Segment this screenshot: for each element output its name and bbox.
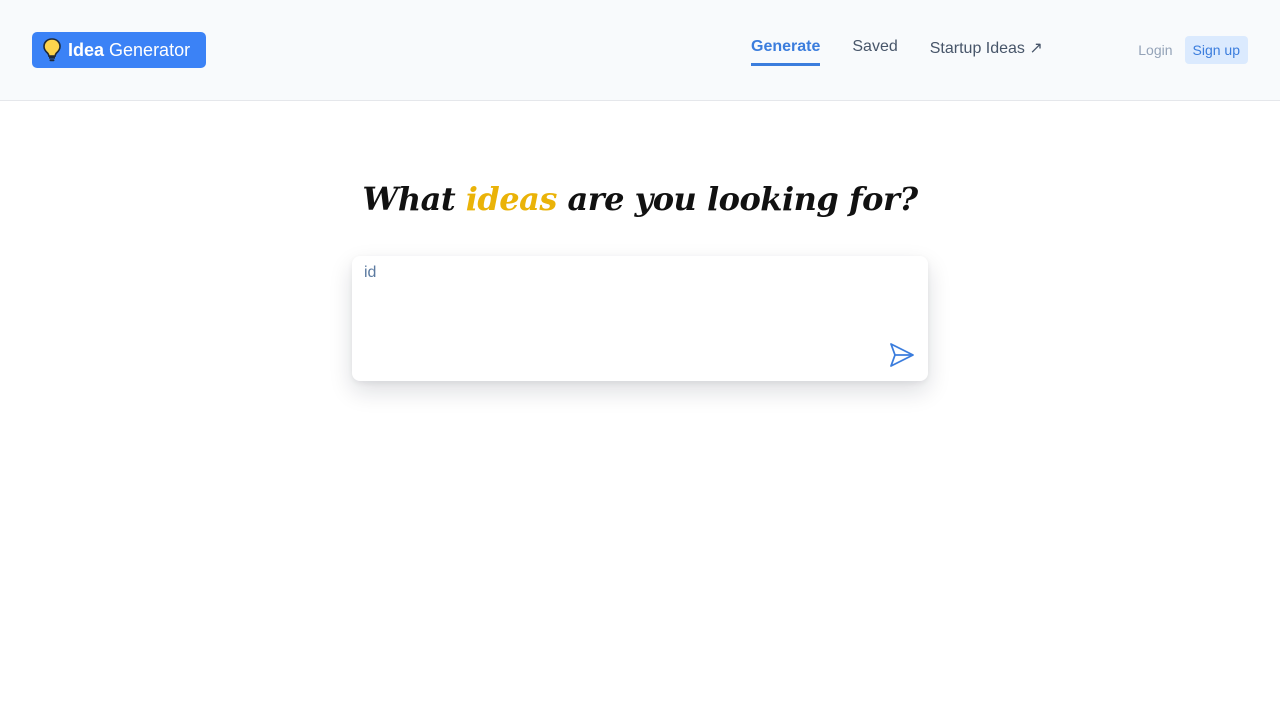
headline-after: are you looking for?: [567, 180, 919, 218]
headline-before: What: [362, 180, 456, 218]
logo-text: Generator: [109, 39, 191, 60]
send-button[interactable]: [888, 341, 916, 369]
nav-saved[interactable]: Saved: [852, 38, 897, 66]
logo-bold-text: Idea: [68, 39, 105, 60]
send-icon: [888, 343, 916, 372]
main-nav: Generate Saved Startup Ideas ↗: [751, 38, 1043, 66]
idea-input[interactable]: [352, 256, 872, 366]
idea-input-card: [352, 256, 928, 381]
top-bar: Idea Generator Generate Saved Startup Id…: [0, 0, 1280, 101]
lightbulb-icon: [42, 37, 62, 63]
login-button[interactable]: Login: [1130, 36, 1180, 64]
nav-generate[interactable]: Generate: [751, 38, 821, 66]
signup-button[interactable]: Sign up: [1184, 36, 1248, 64]
auth-buttons: Login Sign up: [1130, 36, 1248, 64]
headline-accent: ideas: [465, 180, 558, 218]
logo-home-link[interactable]: Idea Generator: [32, 32, 206, 68]
nav-startup-ideas[interactable]: Startup Ideas ↗: [930, 38, 1043, 66]
page-headline: What ideas are you looking for?: [0, 180, 1280, 218]
